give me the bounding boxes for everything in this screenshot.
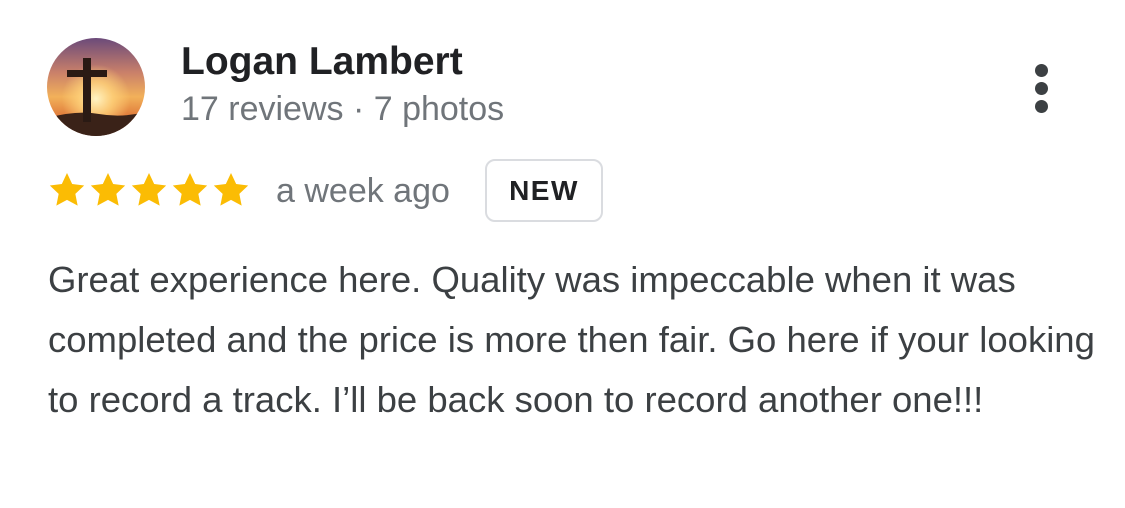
star-icon [172,173,208,206]
star-icon [213,173,249,206]
author-meta: 17 reviews · 7 photos [181,90,505,128]
avatar[interactable] [47,38,145,136]
new-badge: NEW [485,159,603,222]
review-time: a week ago [276,172,450,210]
star-icon [49,173,85,206]
cross-sunset-avatar-image [47,38,145,136]
review-text: Great experience here. Quality was impec… [48,259,1095,420]
star-icon [131,173,167,206]
star-rating [47,170,252,214]
more-vert-icon[interactable] [1022,58,1060,118]
author-name[interactable]: Logan Lambert [181,40,463,84]
star-icon [90,173,126,206]
